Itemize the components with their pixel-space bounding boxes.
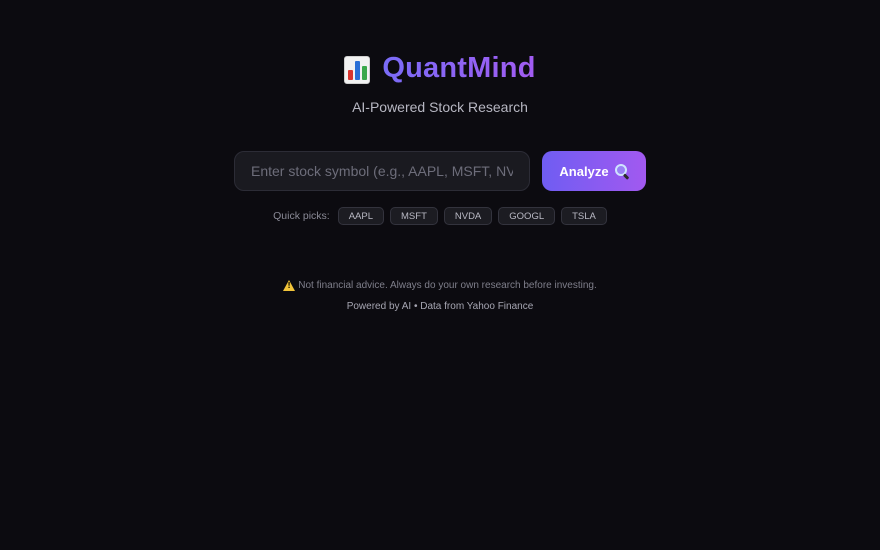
quick-pick-googl[interactable]: GOOGL [498,207,556,225]
footer-credits: Powered by AI • Data from Yahoo Finance [346,301,534,312]
disclaimer-text: Not financial advice. Always do your own… [298,280,597,291]
app-title: QuantMind [382,52,536,84]
app-subtitle: AI-Powered Stock Research [352,99,528,115]
quick-pick-tsla[interactable]: TSLA [561,207,607,225]
analyze-button-label: Analyze [559,163,609,179]
quick-pick-msft[interactable]: MSFT [390,207,438,225]
quick-picks-label: Quick picks: [273,210,330,222]
header: QuantMind [0,52,880,85]
quick-pick-aapl[interactable]: AAPL [337,207,385,225]
analyze-button[interactable]: Analyze [542,151,646,191]
warning-icon [283,280,296,291]
search-row: Analyze [234,151,646,191]
page: QuantMind AI-Powered Stock Research Anal… [0,0,880,550]
magnifier-icon [614,164,629,180]
stock-symbol-input[interactable] [234,151,530,191]
quick-pick-nvda[interactable]: NVDA [443,207,493,225]
disclaimer: Not financial advice. Always do your own… [0,280,880,291]
quick-picks: Quick picks: AAPL MSFT NVDA GOOGL TSLA [0,207,880,225]
bar-chart-icon [344,55,371,84]
